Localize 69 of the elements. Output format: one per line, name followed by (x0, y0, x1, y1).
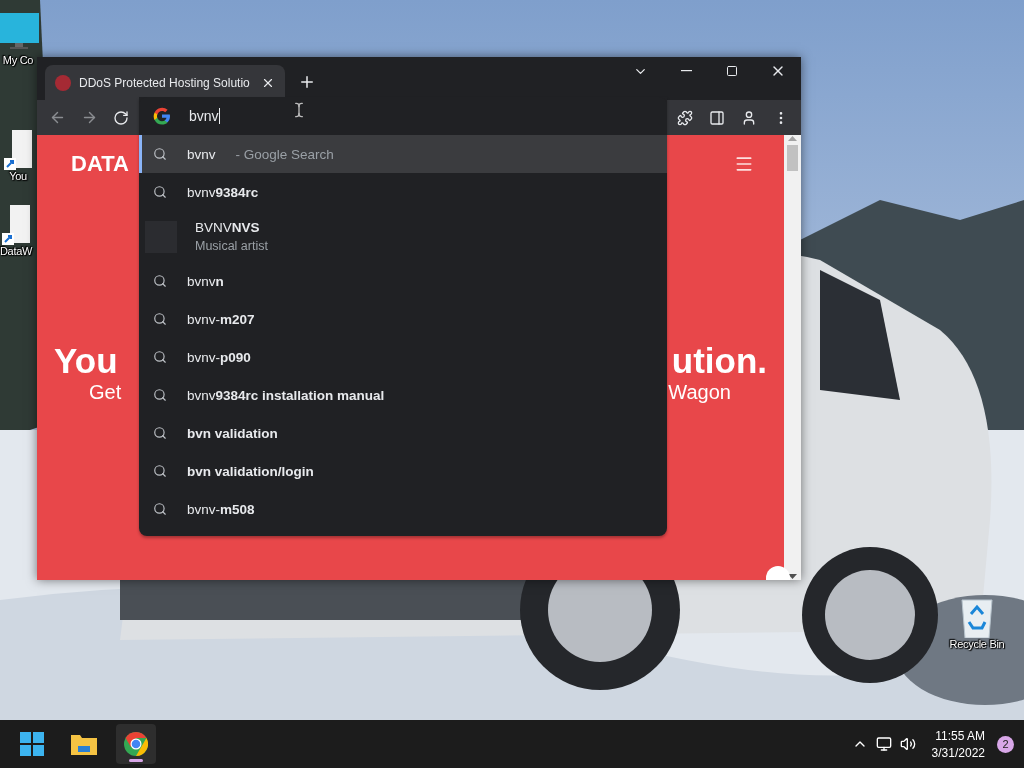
desktop-icon-label[interactable]: DataW (0, 245, 33, 257)
suggestion-text: bvnvn (187, 273, 224, 289)
google-icon (153, 107, 171, 125)
active-indicator (129, 759, 143, 762)
favicon-icon (55, 74, 71, 91)
suggestion-row[interactable]: bvn validation/login (139, 452, 667, 490)
network-icon (875, 736, 892, 752)
suggestion-text: bvnv-p090 (187, 349, 251, 365)
suggestion-subtitle: Musical artist (195, 239, 268, 253)
search-icon (153, 426, 167, 440)
site-logo[interactable]: DATA (71, 151, 129, 177)
search-icon (153, 185, 167, 199)
reload-icon (113, 109, 129, 126)
person-icon (741, 109, 757, 126)
browser-tab[interactable]: DDoS Protected Hosting Solutio (45, 65, 285, 100)
search-icon (153, 312, 167, 326)
side-panel-icon (709, 109, 725, 126)
suggestion-row[interactable]: BVNVNVS Musical artist (139, 211, 667, 262)
clock-time[interactable]: 11:55 AM (935, 728, 985, 743)
windows-icon (20, 732, 44, 756)
suggestion-hint: - Google Search (235, 146, 334, 162)
taskbar-app[interactable] (116, 724, 156, 764)
headline: ution. (671, 341, 767, 381)
suggestion-row[interactable]: bvnv-m508 (139, 490, 667, 528)
address-field[interactable]: bvnv (189, 97, 667, 135)
puzzle-icon (677, 109, 693, 126)
suggestion-row[interactable]: bvnv - Google Search (139, 135, 667, 173)
scrollbar[interactable] (784, 135, 801, 580)
suggestion-row[interactable]: bvnvn (139, 262, 667, 300)
scroll-down-icon[interactable] (788, 572, 797, 580)
menu-icon[interactable] (734, 154, 754, 174)
volume-icon (899, 736, 916, 752)
folder-icon (71, 733, 97, 755)
search-icon (153, 147, 167, 161)
suggestion-row[interactable]: bvnv-p090 (139, 338, 667, 376)
suggestion-text: bvnv9384rc installation manual (187, 387, 385, 403)
subheadline: Wagon (668, 381, 731, 404)
suggestion-row[interactable]: bvnv9384rc (139, 173, 667, 211)
suggestion-row[interactable]: bvnv9384rc installation manual (139, 376, 667, 414)
chrome-icon (124, 732, 148, 756)
desktop-icon-label[interactable]: Recycle Bin (949, 638, 1005, 650)
suggestion-text: BVNVNVS (195, 220, 261, 235)
scrollbar-thumb[interactable] (787, 145, 798, 171)
desktop-icon-label[interactable]: My Co (2, 54, 34, 66)
plus-icon (298, 73, 316, 91)
suggestion-text: bvnv (187, 146, 216, 162)
search-icon (153, 274, 167, 288)
suggestion-text: bvnv-m508 (187, 501, 255, 517)
suggestion-row[interactable]: bvnv-m207 (139, 300, 667, 338)
search-icon (153, 388, 167, 402)
search-icon (153, 502, 167, 516)
suggestion-text: bvn validation/login (187, 463, 314, 479)
suggestion-text: bvnv9384rc (187, 184, 259, 200)
suggestion-text: bvn validation (187, 425, 278, 441)
shortcut-icon[interactable] (4, 130, 32, 170)
notification-badge[interactable]: 2 (997, 735, 1014, 753)
search-icon (153, 464, 167, 478)
suggestion-row[interactable]: bvn validation (139, 414, 667, 452)
tab-title: DDoS Protected Hosting Solutio (79, 75, 251, 90)
headline: You (54, 341, 118, 381)
subheadline: Get (89, 381, 122, 404)
clock-date[interactable]: 3/31/2022 (931, 745, 985, 760)
maximize-icon (726, 65, 738, 77)
suggestion-text: bvnv-m207 (187, 311, 255, 327)
shortcut-icon[interactable] (2, 205, 30, 245)
minimize-icon (680, 70, 692, 72)
desktop-icon-label[interactable]: You (9, 170, 27, 182)
recycle-bin-icon[interactable] (960, 596, 994, 638)
search-icon (153, 350, 167, 364)
